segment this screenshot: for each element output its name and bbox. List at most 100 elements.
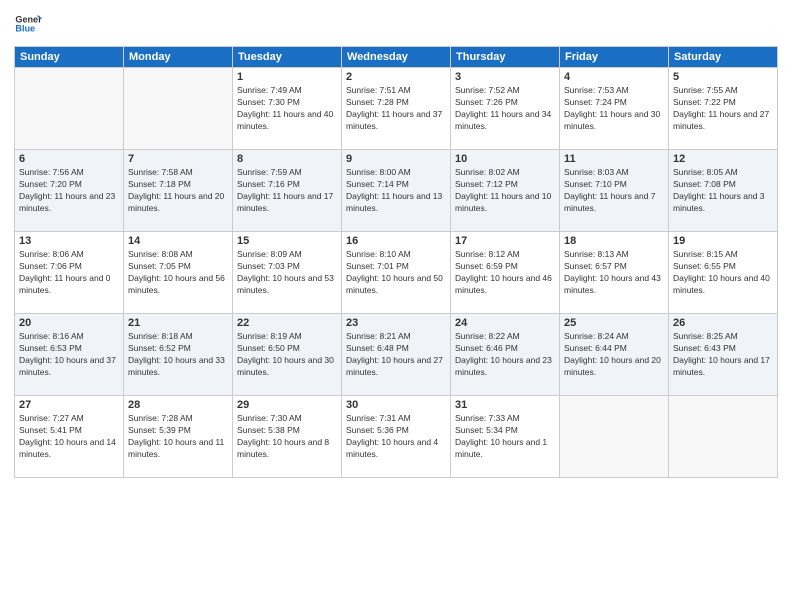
calendar-cell: 7Sunrise: 7:58 AMSunset: 7:18 PMDaylight…	[124, 150, 233, 232]
calendar-cell: 26 Sunrise: 8:25 AMSunset: 6:43 PMDayligh…	[669, 314, 778, 396]
calendar-week-2: 6Sunrise: 7:56 AMSunset: 7:20 PMDaylight…	[15, 150, 778, 232]
day-number: 26	[673, 317, 773, 329]
day-number: 18	[564, 235, 664, 247]
calendar-cell: 5Sunrise: 7:55 AMSunset: 7:22 PMDaylight…	[669, 68, 778, 150]
day-info: Sunrise: 7:59 AMSunset: 7:16 PMDaylight:…	[237, 167, 337, 215]
calendar-cell: 9 Sunrise: 8:00 AMSunset: 7:14 PMDaylight…	[342, 150, 451, 232]
calendar-cell: 15 Sunrise: 8:09 AMSunset: 7:03 PMDayligh…	[233, 232, 342, 314]
day-info: Sunrise: 8:09 AMSunset: 7:03 PMDaylight:…	[237, 249, 337, 297]
calendar-cell	[15, 68, 124, 150]
page: General Blue SundayMondayTuesdayWednesda…	[0, 0, 792, 612]
calendar-cell: 22 Sunrise: 8:19 AMSunset: 6:50 PMDayligh…	[233, 314, 342, 396]
calendar-cell: 12 Sunrise: 8:05 AMSunset: 7:08 PMDayligh…	[669, 150, 778, 232]
day-info: Sunrise: 8:19 AMSunset: 6:50 PMDaylight:…	[237, 331, 337, 379]
calendar-week-3: 13Sunrise: 8:06 AMSunset: 7:06 PMDayligh…	[15, 232, 778, 314]
weekday-header-monday: Monday	[124, 47, 233, 68]
calendar-cell: 8 Sunrise: 7:59 AMSunset: 7:16 PMDaylight…	[233, 150, 342, 232]
day-info: Sunrise: 8:03 AMSunset: 7:10 PMDaylight:…	[564, 167, 664, 215]
day-number: 15	[237, 235, 337, 247]
calendar-cell: 14 Sunrise: 8:08 AMSunset: 7:05 PMDayligh…	[124, 232, 233, 314]
calendar-cell: 13Sunrise: 8:06 AMSunset: 7:06 PMDayligh…	[15, 232, 124, 314]
weekday-header-tuesday: Tuesday	[233, 47, 342, 68]
day-info: Sunrise: 7:53 AMSunset: 7:24 PMDaylight:…	[564, 85, 664, 133]
day-number: 21	[128, 317, 228, 329]
day-number: 13	[19, 235, 119, 247]
day-number: 3	[455, 71, 555, 83]
calendar-cell: 10 Sunrise: 8:02 AMSunset: 7:12 PMDayligh…	[451, 150, 560, 232]
calendar-cell: 4 Sunrise: 7:53 AMSunset: 7:24 PMDaylight…	[560, 68, 669, 150]
day-info: Sunrise: 7:52 AMSunset: 7:26 PMDaylight:…	[455, 85, 555, 133]
day-number: 28	[128, 399, 228, 411]
calendar-cell: 3 Sunrise: 7:52 AMSunset: 7:26 PMDaylight…	[451, 68, 560, 150]
calendar-cell: 28 Sunrise: 7:28 AMSunset: 5:39 PMDayligh…	[124, 396, 233, 478]
day-info: Sunrise: 8:24 AMSunset: 6:44 PMDaylight:…	[564, 331, 664, 379]
day-info: Sunrise: 8:02 AMSunset: 7:12 PMDaylight:…	[455, 167, 555, 215]
calendar-cell	[124, 68, 233, 150]
day-number: 5	[673, 71, 773, 83]
day-info: Sunrise: 7:49 AMSunset: 7:30 PMDaylight:…	[237, 85, 337, 133]
calendar-cell: 2Sunrise: 7:51 AMSunset: 7:28 PMDaylight…	[342, 68, 451, 150]
calendar-cell: 6Sunrise: 7:56 AMSunset: 7:20 PMDaylight…	[15, 150, 124, 232]
weekday-header-wednesday: Wednesday	[342, 47, 451, 68]
calendar-cell: 21Sunrise: 8:18 AMSunset: 6:52 PMDayligh…	[124, 314, 233, 396]
day-info: Sunrise: 8:05 AMSunset: 7:08 PMDaylight:…	[673, 167, 773, 215]
day-number: 23	[346, 317, 446, 329]
day-info: Sunrise: 8:15 AMSunset: 6:55 PMDaylight:…	[673, 249, 773, 297]
day-info: Sunrise: 8:25 AMSunset: 6:43 PMDaylight:…	[673, 331, 773, 379]
calendar-week-1: 1 Sunrise: 7:49 AMSunset: 7:30 PMDaylight…	[15, 68, 778, 150]
calendar-cell: 19 Sunrise: 8:15 AMSunset: 6:55 PMDayligh…	[669, 232, 778, 314]
day-number: 25	[564, 317, 664, 329]
calendar-cell: 24Sunrise: 8:22 AMSunset: 6:46 PMDayligh…	[451, 314, 560, 396]
calendar-cell: 18 Sunrise: 8:13 AMSunset: 6:57 PMDayligh…	[560, 232, 669, 314]
calendar-cell: 23 Sunrise: 8:21 AMSunset: 6:48 PMDayligh…	[342, 314, 451, 396]
day-number: 6	[19, 153, 119, 165]
calendar-cell: 29Sunrise: 7:30 AMSunset: 5:38 PMDayligh…	[233, 396, 342, 478]
day-info: Sunrise: 7:28 AMSunset: 5:39 PMDaylight:…	[128, 413, 228, 461]
day-info: Sunrise: 8:00 AMSunset: 7:14 PMDaylight:…	[346, 167, 446, 215]
calendar-cell: 11 Sunrise: 8:03 AMSunset: 7:10 PMDayligh…	[560, 150, 669, 232]
calendar-cell: 25 Sunrise: 8:24 AMSunset: 6:44 PMDayligh…	[560, 314, 669, 396]
day-number: 10	[455, 153, 555, 165]
day-number: 22	[237, 317, 337, 329]
day-number: 14	[128, 235, 228, 247]
day-info: Sunrise: 8:21 AMSunset: 6:48 PMDaylight:…	[346, 331, 446, 379]
calendar-cell	[669, 396, 778, 478]
day-number: 24	[455, 317, 555, 329]
day-number: 12	[673, 153, 773, 165]
day-number: 7	[128, 153, 228, 165]
calendar-cell: 20Sunrise: 8:16 AMSunset: 6:53 PMDayligh…	[15, 314, 124, 396]
day-number: 17	[455, 235, 555, 247]
day-info: Sunrise: 7:33 AMSunset: 5:34 PMDaylight:…	[455, 413, 555, 461]
calendar-cell	[560, 396, 669, 478]
day-number: 29	[237, 399, 337, 411]
day-number: 9	[346, 153, 446, 165]
day-number: 19	[673, 235, 773, 247]
calendar-cell: 30 Sunrise: 7:31 AMSunset: 5:36 PMDayligh…	[342, 396, 451, 478]
day-number: 1	[237, 71, 337, 83]
day-number: 27	[19, 399, 119, 411]
day-number: 30	[346, 399, 446, 411]
calendar: SundayMondayTuesdayWednesdayThursdayFrid…	[14, 46, 778, 478]
calendar-cell: 31 Sunrise: 7:33 AMSunset: 5:34 PMDayligh…	[451, 396, 560, 478]
day-info: Sunrise: 7:27 AMSunset: 5:41 PMDaylight:…	[19, 413, 119, 461]
weekday-header-saturday: Saturday	[669, 47, 778, 68]
day-number: 4	[564, 71, 664, 83]
day-number: 11	[564, 153, 664, 165]
day-info: Sunrise: 8:16 AMSunset: 6:53 PMDaylight:…	[19, 331, 119, 379]
day-number: 2	[346, 71, 446, 83]
day-number: 31	[455, 399, 555, 411]
weekday-header-row: SundayMondayTuesdayWednesdayThursdayFrid…	[15, 47, 778, 68]
weekday-header-friday: Friday	[560, 47, 669, 68]
logo-icon: General Blue	[14, 10, 42, 38]
day-info: Sunrise: 8:08 AMSunset: 7:05 PMDaylight:…	[128, 249, 228, 297]
calendar-cell: 27 Sunrise: 7:27 AMSunset: 5:41 PMDayligh…	[15, 396, 124, 478]
calendar-cell: 17 Sunrise: 8:12 AMSunset: 6:59 PMDayligh…	[451, 232, 560, 314]
day-number: 8	[237, 153, 337, 165]
day-info: Sunrise: 7:31 AMSunset: 5:36 PMDaylight:…	[346, 413, 446, 461]
svg-text:Blue: Blue	[15, 24, 35, 34]
day-info: Sunrise: 8:10 AMSunset: 7:01 PMDaylight:…	[346, 249, 446, 297]
day-info: Sunrise: 8:13 AMSunset: 6:57 PMDaylight:…	[564, 249, 664, 297]
header: General Blue	[14, 10, 778, 38]
weekday-header-sunday: Sunday	[15, 47, 124, 68]
day-info: Sunrise: 8:12 AMSunset: 6:59 PMDaylight:…	[455, 249, 555, 297]
